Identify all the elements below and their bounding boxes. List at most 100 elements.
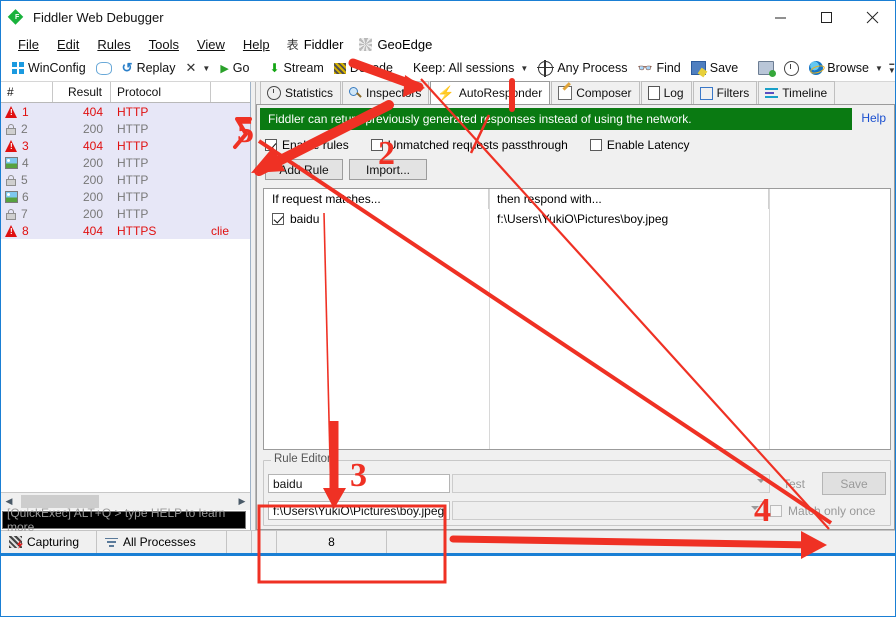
menu-help[interactable]: Help [234, 35, 279, 54]
session-count: 8 [277, 531, 387, 553]
help-link[interactable]: Help [861, 111, 894, 125]
inspectors-icon [349, 86, 362, 100]
session-number: 2 [21, 121, 28, 136]
column-header-result[interactable]: Result [53, 82, 111, 102]
enable-rules-checkbox[interactable]: Enable rules [265, 138, 349, 152]
session-protocol: HTTP [117, 172, 149, 187]
column-header-number[interactable]: # [1, 82, 53, 102]
tab-filters[interactable]: Filters [692, 81, 758, 104]
menu-tools[interactable]: Tools [140, 35, 188, 54]
column-header-extra[interactable] [769, 189, 890, 209]
menu-geoedge-label: GeoEdge [377, 36, 433, 52]
menu-rules-label: Rules [97, 36, 131, 52]
browse-button[interactable]: Browse ▼ [804, 59, 888, 77]
status-cell-c [387, 531, 895, 553]
rules-list[interactable]: If request matches... then respond with.… [263, 188, 891, 450]
find-button[interactable]: 👓 Find [632, 59, 685, 77]
match-only-once-checkbox[interactable]: Match only once [770, 504, 886, 518]
list-item[interactable]: baidu f:\Users\YukiO\Pictures\boy.jpeg [264, 209, 890, 228]
save-button[interactable]: Save [822, 472, 886, 495]
comment-button[interactable] [91, 60, 117, 77]
save-label: Save [709, 61, 739, 75]
session-grid-body[interactable]: 1 404 HTTP 2 200 HTTP 3 404 HTTP [1, 103, 250, 492]
minimize-icon[interactable] [757, 1, 803, 33]
session-number: 5 [21, 172, 28, 187]
tab-statistics[interactable]: Statistics [260, 81, 342, 104]
column-header-host[interactable] [211, 82, 250, 102]
table-row[interactable]: 8 404 HTTPS clie [1, 222, 250, 239]
table-row[interactable]: 7 200 HTTP [1, 205, 250, 222]
rule-editor-match-row: baidu Test Save [268, 472, 886, 495]
replay-button[interactable]: ↺ Replay [117, 58, 181, 78]
go-button[interactable]: ▶ Go [215, 59, 254, 77]
capture-icon [9, 536, 22, 548]
session-number: 3 [22, 138, 29, 153]
import-button[interactable]: Import... [349, 159, 427, 180]
internet-explorer-icon [809, 61, 824, 75]
match-input[interactable]: baidu [268, 474, 450, 493]
close-icon[interactable] [849, 1, 895, 33]
rule-enabled-checkbox[interactable] [272, 212, 284, 225]
capturing-status[interactable]: Capturing [1, 531, 97, 553]
tab-timeline-label: Timeline [782, 86, 828, 100]
menu-edit[interactable]: Edit [48, 35, 88, 54]
enable-latency-checkbox[interactable]: Enable Latency [589, 138, 690, 152]
capture-screenshot-button[interactable] [753, 59, 779, 77]
menu-rules[interactable]: Rules [88, 35, 139, 54]
column-header-protocol[interactable]: Protocol [111, 82, 211, 102]
window-controls [757, 1, 895, 33]
session-hscrollbar[interactable]: ◀ ▶ [1, 492, 250, 510]
capturing-label: Capturing [27, 535, 80, 549]
timer-button[interactable] [779, 59, 804, 78]
menu-file-label: File [18, 36, 39, 52]
respond-input[interactable]: f:\Users\YukiO\Pictures\boy.jpeg [268, 501, 450, 520]
menu-geoedge-ext[interactable]: GeoEdge [351, 35, 440, 54]
tab-inspectors[interactable]: Inspectors [342, 81, 430, 104]
rule-buttons-row: Add Rule Import... [257, 152, 894, 180]
column-header-respond[interactable]: then respond with... [489, 189, 769, 209]
respond-combo[interactable] [452, 501, 764, 520]
menu-help-label: Help [242, 36, 270, 52]
table-row[interactable]: 2 200 HTTP [1, 120, 250, 137]
test-label[interactable]: Test [770, 477, 818, 491]
add-rule-button[interactable]: Add Rule [265, 159, 343, 180]
maximize-icon[interactable] [803, 1, 849, 33]
keep-sessions-dropdown[interactable]: Keep: All sessions ▼ [408, 59, 533, 77]
table-row[interactable]: 6 200 HTTP [1, 188, 250, 205]
winconfig-button[interactable]: WinConfig [7, 59, 91, 77]
chevron-down-icon [751, 506, 759, 510]
scroll-thumb[interactable] [21, 495, 99, 508]
main-area: # Result Protocol 1 404 HTTP 2 200 HTTP [1, 81, 895, 534]
tab-timeline[interactable]: Timeline [758, 81, 836, 104]
binoculars-icon: 👓 [637, 61, 653, 75]
lock-icon [5, 174, 17, 186]
tab-composer[interactable]: Composer [551, 81, 640, 104]
process-filter-status[interactable]: All Processes [97, 531, 227, 553]
menu-bar: File Edit Rules Tools View Help 表 Fiddle… [1, 33, 895, 55]
menu-fiddler-ext[interactable]: 表 Fiddler [279, 34, 352, 55]
rules-list-header: If request matches... then respond with.… [264, 189, 890, 209]
tab-autoresponder[interactable]: ⚡ AutoResponder [430, 81, 551, 104]
decode-button[interactable]: Decode [329, 59, 398, 77]
overflow-chevron-icon[interactable]: ━ ▼ [888, 61, 896, 75]
menu-file[interactable]: File [9, 35, 48, 54]
table-row[interactable]: 3 404 HTTP [1, 137, 250, 154]
table-row[interactable]: 5 200 HTTP [1, 171, 250, 188]
stream-button[interactable]: ⬇ Stream [264, 59, 328, 77]
match-combo[interactable] [452, 474, 770, 493]
remove-button[interactable]: ✕ ▼ [181, 58, 216, 78]
tab-log[interactable]: Log [640, 81, 692, 104]
save-button[interactable]: Save [686, 59, 744, 77]
session-result: 404 [82, 104, 103, 119]
table-row[interactable]: 4 200 HTTP [1, 154, 250, 171]
fiddler-window: F Fiddler Web Debugger File Edit Rules T… [0, 0, 896, 617]
quickexec-input[interactable]: [QuickExec] ALT+Q > type HELP to learn m… [2, 506, 246, 534]
column-header-match[interactable]: If request matches... [264, 189, 489, 209]
warning-icon [5, 105, 18, 118]
table-row[interactable]: 1 404 HTTP [1, 103, 250, 120]
timeline-icon [765, 88, 779, 99]
unmatched-passthrough-checkbox[interactable]: Unmatched requests passthrough [370, 138, 568, 152]
menu-view[interactable]: View [188, 35, 234, 54]
scroll-track[interactable] [17, 495, 234, 508]
any-process-button[interactable]: Any Process [533, 59, 632, 78]
